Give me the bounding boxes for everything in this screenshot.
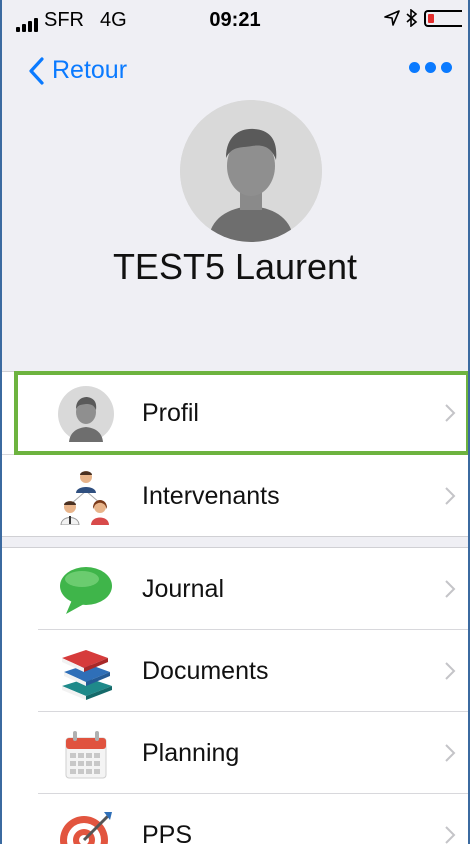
menu-item-intervenants[interactable]: Intervenants (2, 455, 468, 537)
menu-item-label: Journal (142, 575, 224, 603)
menu-item-planning[interactable]: Planning (2, 712, 468, 794)
menu-item-label: Profil (142, 399, 199, 427)
person-avatar-icon (180, 100, 322, 242)
menu-item-label: Planning (142, 739, 240, 767)
books-icon (62, 650, 112, 700)
status-right (384, 9, 462, 27)
bluetooth-icon (406, 9, 418, 27)
menu-item-journal[interactable]: Journal (2, 548, 468, 630)
menu-item-pps[interactable]: PPS (2, 794, 468, 844)
app-screen: SFR 4G 09:21 Retour TEST5 Laurent Profil… (0, 0, 470, 844)
content-menu-group: Journal Documents Planning PPS (2, 547, 468, 844)
menu-item-profil[interactable]: Profil (2, 372, 468, 454)
chevron-right-icon (445, 662, 456, 680)
person-avatar-icon (58, 386, 114, 442)
speech-bubble-icon (60, 567, 112, 614)
back-button[interactable]: Retour (28, 56, 127, 85)
target-icon (60, 812, 112, 844)
navigation-bar: Retour (2, 52, 468, 92)
menu-item-label: PPS (142, 821, 193, 844)
chevron-right-icon (445, 404, 456, 422)
chevron-right-icon (445, 580, 456, 598)
back-label: Retour (52, 56, 128, 84)
menu-item-label: Documents (142, 657, 269, 685)
chevron-right-icon (445, 826, 456, 844)
calendar-icon (65, 731, 107, 779)
menu-item-label: Intervenants (142, 482, 280, 510)
user-name: TEST5 Laurent (112, 246, 358, 287)
ellipsis-icon (409, 62, 420, 73)
profile-menu-group: Profil Intervenants (2, 371, 468, 537)
more-options-button[interactable] (409, 62, 452, 73)
chevron-right-icon (445, 487, 456, 505)
chevron-right-icon (445, 744, 456, 762)
people-group-icon (60, 471, 109, 525)
battery-icon (424, 9, 462, 27)
location-arrow-icon (384, 10, 400, 26)
chevron-left-icon (29, 56, 44, 85)
avatar (180, 100, 322, 242)
menu-item-documents[interactable]: Documents (2, 630, 468, 712)
status-bar: SFR 4G 09:21 (2, 0, 468, 40)
